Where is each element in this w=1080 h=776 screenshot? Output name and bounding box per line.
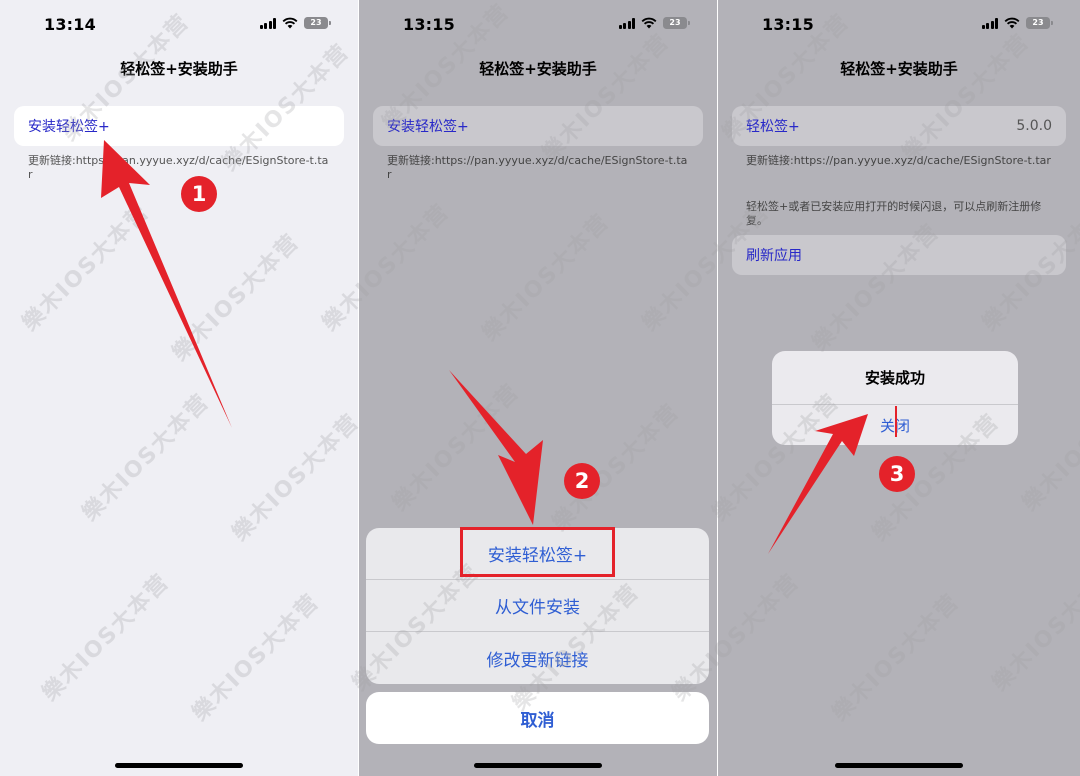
text-caret xyxy=(895,406,897,437)
arrow-2-icon xyxy=(449,370,543,525)
annotation-arrows xyxy=(101,140,868,554)
step-3-badge: 3 xyxy=(879,456,915,492)
highlight-install-option xyxy=(460,527,615,577)
arrow-3-icon xyxy=(768,414,868,554)
step-1-badge: 1 xyxy=(181,176,217,212)
step-2-badge: 2 xyxy=(564,463,600,499)
